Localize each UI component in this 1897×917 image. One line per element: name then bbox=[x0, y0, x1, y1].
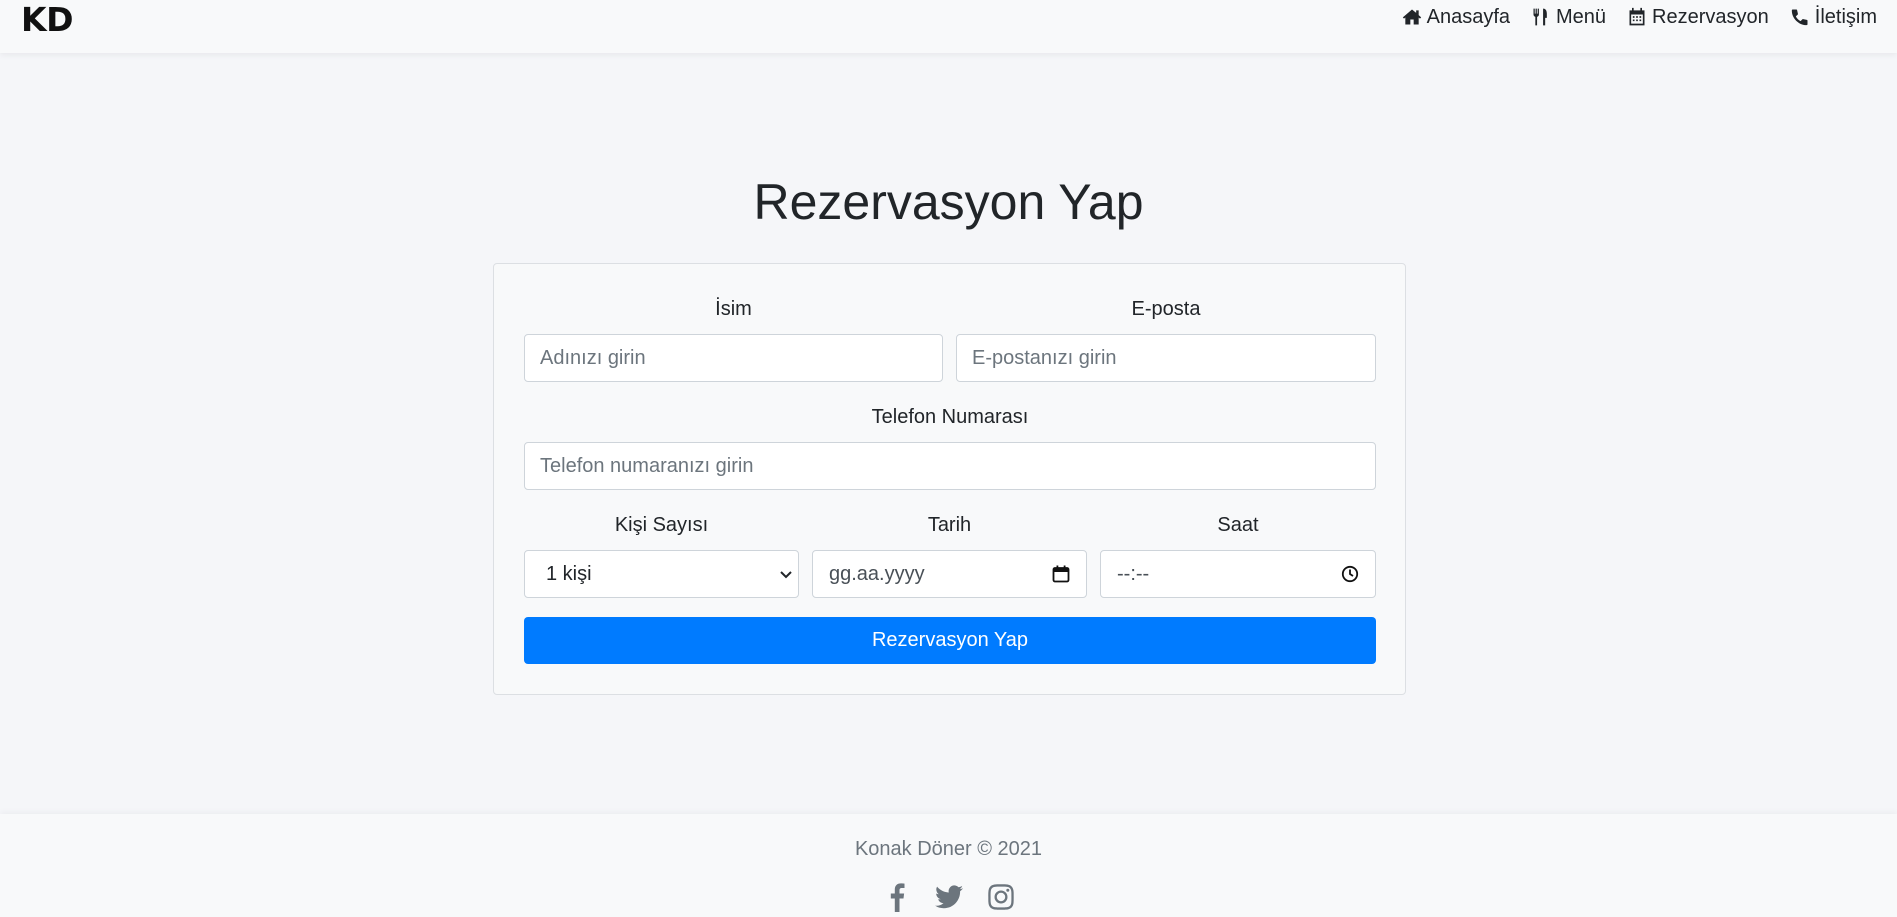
calendar-picker-icon[interactable] bbox=[1052, 565, 1070, 583]
reservation-form: İsim E-posta Telefon Numarası Kişi Sayıs… bbox=[493, 263, 1406, 695]
time-label: Saat bbox=[1217, 514, 1259, 536]
nav-item-label: Menü bbox=[1556, 5, 1607, 28]
nav-item-label: Rezervasyon bbox=[1652, 5, 1769, 28]
facebook-icon bbox=[890, 883, 904, 912]
navbar: KD Anasayfa Menü Rezervasyon İletişim bbox=[0, 0, 1897, 53]
phone-label: Telefon Numarası bbox=[871, 406, 1029, 428]
email-label: E-posta bbox=[1131, 298, 1201, 320]
nav-item-label: Anasayfa bbox=[1426, 5, 1511, 28]
nav-item-iletisim[interactable]: İletişim bbox=[1790, 6, 1877, 29]
nav-item-anasayfa[interactable]: Anasayfa bbox=[1402, 6, 1510, 29]
home-icon bbox=[1402, 9, 1421, 25]
copyright-text: Konak Döner © 2021 bbox=[854, 838, 1043, 860]
guests-select[interactable]: 1 kişi bbox=[524, 550, 799, 598]
email-input[interactable] bbox=[956, 334, 1376, 382]
time-value: --:-- bbox=[1117, 562, 1150, 585]
nav-item-label: İletişim bbox=[1814, 5, 1877, 28]
facebook-link[interactable] bbox=[882, 882, 912, 912]
footer: Konak Döner © 2021 bbox=[0, 814, 1897, 917]
clock-icon[interactable] bbox=[1341, 565, 1359, 583]
chevron-down-icon bbox=[780, 571, 792, 579]
name-input[interactable] bbox=[524, 334, 943, 382]
phone-input[interactable] bbox=[524, 442, 1376, 490]
social-links bbox=[0, 882, 1897, 912]
date-input[interactable]: gg.aa.yyyy bbox=[812, 550, 1087, 598]
calendar-icon bbox=[1629, 7, 1645, 26]
date-label: Tarih bbox=[927, 514, 972, 536]
phone-icon bbox=[1791, 9, 1808, 26]
twitter-link[interactable] bbox=[934, 882, 964, 912]
nav-item-rezervasyon[interactable]: Rezervasyon bbox=[1627, 6, 1769, 29]
page-title: Rezervasyon Yap bbox=[753, 174, 1144, 230]
instagram-icon bbox=[987, 884, 1014, 910]
date-value: gg.aa.yyyy bbox=[829, 562, 925, 585]
twitter-icon bbox=[934, 885, 963, 909]
instagram-link[interactable] bbox=[986, 882, 1016, 912]
guests-value: 1 kişi bbox=[546, 562, 592, 585]
brand-logo[interactable]: KD bbox=[21, 0, 73, 39]
name-label: İsim bbox=[715, 298, 752, 320]
nav-links: Anasayfa Menü Rezervasyon İletişim bbox=[1402, 6, 1877, 29]
utensils-icon bbox=[1533, 8, 1547, 26]
nav-item-menu[interactable]: Menü bbox=[1531, 6, 1606, 29]
time-input[interactable]: --:-- bbox=[1100, 550, 1376, 598]
guests-label: Kişi Sayısı bbox=[614, 514, 709, 536]
submit-reservation-button[interactable]: Rezervasyon Yap bbox=[524, 617, 1376, 664]
